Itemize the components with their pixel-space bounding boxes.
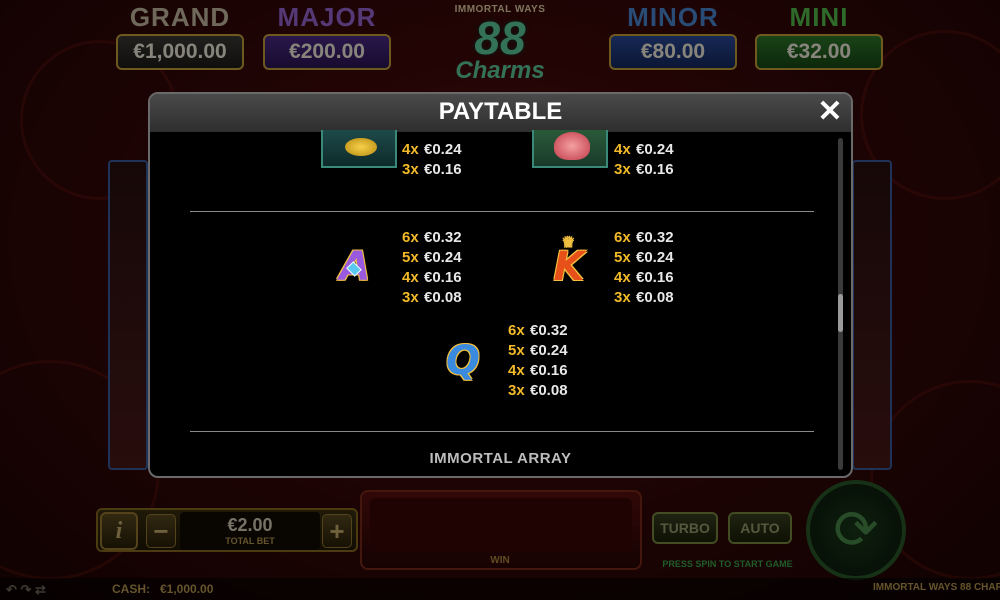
pay-multiplier: 4x — [402, 141, 419, 158]
pay-multiplier: 5x — [614, 249, 631, 266]
pay-row: 6x €0.32 — [508, 321, 578, 341]
coin-disc — [345, 138, 377, 156]
pay-row: 4x €0.16 — [402, 268, 472, 288]
pay-amount: €0.16 — [530, 362, 568, 379]
pay-row: 4x €0.16 — [508, 361, 578, 381]
pay-amount: €0.32 — [530, 322, 568, 339]
pay-multiplier: 5x — [508, 342, 525, 359]
pay-amount: €0.16 — [636, 161, 674, 178]
pay-row: 3x €0.08 — [508, 381, 578, 401]
pay-multiplier: 6x — [508, 322, 525, 339]
pay-amount: €0.08 — [636, 289, 674, 306]
pay-multiplier: 3x — [402, 289, 419, 306]
pay-multiplier: 4x — [614, 141, 631, 158]
pay-row: 4x €0.24 — [402, 140, 472, 160]
paytable-k: 6x €0.32 5x €0.24 4x €0.16 3x €0.08 — [614, 228, 684, 308]
pay-multiplier: 4x — [508, 362, 525, 379]
pay-amount: €0.16 — [424, 161, 462, 178]
pay-amount: €0.24 — [530, 342, 568, 359]
immortal-array-heading: IMMORTAL ARRAY — [429, 450, 572, 467]
pay-multiplier: 6x — [402, 229, 419, 246]
pay-multiplier: 6x — [614, 229, 631, 246]
pay-row: 6x €0.32 — [402, 228, 472, 248]
paytable-coin: 4x €0.24 3x €0.16 — [402, 140, 472, 180]
coin-symbol-icon — [321, 130, 397, 168]
paytable-modal: PAYTABLE ✕ 4x €0.24 3x €0.16 4x €0.24 3x €0.… — [148, 92, 853, 478]
pay-multiplier: 3x — [402, 161, 419, 178]
pay-multiplier: 3x — [614, 161, 631, 178]
lotus-flower — [554, 132, 590, 160]
q-symbol-icon: Q — [438, 338, 488, 388]
lotus-symbol-icon — [532, 130, 608, 168]
k-symbol-icon: K ♛ — [544, 236, 594, 294]
pay-row: 4x €0.24 — [614, 140, 684, 160]
section-divider — [190, 431, 814, 432]
pay-amount: €0.32 — [636, 229, 674, 246]
pay-multiplier: 4x — [614, 269, 631, 286]
pay-multiplier: 5x — [402, 249, 419, 266]
pay-amount: €0.32 — [424, 229, 462, 246]
pay-amount: €0.16 — [424, 269, 462, 286]
pay-amount: €0.24 — [424, 141, 462, 158]
pay-row: 3x €0.08 — [614, 288, 684, 308]
q-letter: Q — [445, 338, 480, 384]
scrollbar-thumb[interactable] — [838, 294, 843, 332]
crown-icon: ♛ — [562, 235, 575, 251]
close-icon[interactable]: ✕ — [814, 96, 846, 128]
pay-amount: €0.16 — [636, 269, 674, 286]
section-divider — [190, 211, 814, 212]
pay-amount: €0.08 — [530, 382, 568, 399]
a-symbol-icon: A — [330, 244, 380, 294]
pay-amount: €0.08 — [424, 289, 462, 306]
pay-row: 5x €0.24 — [508, 341, 578, 361]
pay-amount: €0.24 — [636, 141, 674, 158]
pay-multiplier: 3x — [508, 382, 525, 399]
pay-row: 3x €0.16 — [402, 160, 472, 180]
game-stage: GRAND €1,000.00 MAJOR €200.00 IMMORTAL W… — [0, 0, 1000, 600]
pay-amount: €0.24 — [424, 249, 462, 266]
pay-multiplier: 3x — [614, 289, 631, 306]
pay-row: 6x €0.32 — [614, 228, 684, 248]
pay-multiplier: 4x — [402, 269, 419, 286]
pay-row: 3x €0.08 — [402, 288, 472, 308]
paytable-a: 6x €0.32 5x €0.24 4x €0.16 3x €0.08 — [402, 228, 472, 308]
modal-title: PAYTABLE — [438, 98, 563, 125]
pay-row: 5x €0.24 — [402, 248, 472, 268]
pay-row: 5x €0.24 — [614, 248, 684, 268]
pay-row: 4x €0.16 — [614, 268, 684, 288]
paytable-q: 6x €0.32 5x €0.24 4x €0.16 3x €0.08 — [508, 321, 578, 401]
pay-amount: €0.24 — [636, 249, 674, 266]
pay-row: 3x €0.16 — [614, 160, 684, 180]
paytable-lotus: 4x €0.24 3x €0.16 — [614, 140, 684, 180]
